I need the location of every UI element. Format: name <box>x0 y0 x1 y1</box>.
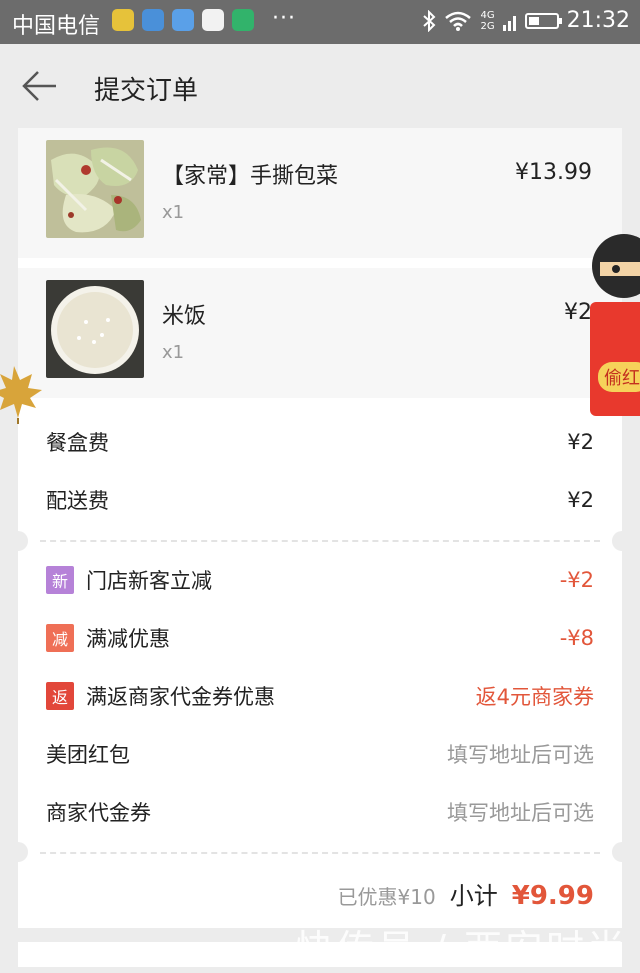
rice-bowl-photo <box>46 280 144 378</box>
thief-redpacket-icon[interactable]: 偷红 <box>590 226 640 416</box>
meituan-redpacket-row[interactable]: 美团红包 填写地址后可选 <box>46 734 594 774</box>
status-right: 4G 2G 21:32 <box>422 8 630 33</box>
reduction-tag: 减 <box>46 624 74 652</box>
discount-label: 门店新客立减 <box>86 569 212 593</box>
signal-icon <box>502 15 516 31</box>
page-title: 提交订单 <box>94 76 199 106</box>
order-item[interactable]: 米饭 x1 ¥2 <box>18 268 622 398</box>
cashback-tag: 返 <box>46 682 74 710</box>
fee-row-packaging: 餐盒费 ¥2 <box>46 422 594 462</box>
app-notification-icon <box>232 9 254 31</box>
battery-level <box>528 16 539 25</box>
voucher-value: 填写地址后可选 <box>447 801 594 825</box>
dish-quantity: x1 <box>162 202 185 223</box>
dashed-divider <box>40 540 600 542</box>
order-item[interactable]: 【家常】手撕包菜 x1 ¥13.99 <box>18 128 622 258</box>
maple-leaf-icon <box>0 366 42 424</box>
order-summary: 已优惠¥10 小计 ¥9.99 <box>338 876 594 911</box>
clock: 21:32 <box>566 8 630 33</box>
subtotal-label: 小计 <box>449 882 498 910</box>
dish-quantity: x1 <box>162 342 185 363</box>
saved-amount: 已优惠¥10 <box>337 885 436 909</box>
fee-label: 配送费 <box>46 489 109 513</box>
card-notch <box>612 842 632 862</box>
card-notch <box>612 531 632 551</box>
discount-label: 满减优惠 <box>86 627 170 651</box>
discount-value: -¥8 <box>559 626 594 650</box>
fee-row-delivery: 配送费 ¥2 <box>46 480 594 520</box>
redpacket-label: 偷红 <box>604 368 640 389</box>
fee-value: ¥2 <box>567 430 594 454</box>
network-2g: 2G <box>480 20 495 32</box>
location-app-icon <box>172 9 194 31</box>
watermark: 快传号 / 西安时尚 <box>295 927 628 971</box>
bluetooth-icon <box>423 9 436 32</box>
discount-value: 返4元商家券 <box>475 685 594 709</box>
discount-label: 满返商家代金券优惠 <box>86 685 275 709</box>
network-type: 4G 2G <box>480 10 494 32</box>
shredded-cabbage-photo <box>46 140 144 238</box>
more-notifications-icon: ··· <box>272 6 296 31</box>
network-4g: 4G <box>480 9 495 21</box>
fee-label: 餐盒费 <box>46 431 109 455</box>
discount-row-new-customer: 新 门店新客立减 -¥2 <box>46 560 594 600</box>
discount-row-cashback-voucher: 返 满返商家代金券优惠 返4元商家券 <box>46 676 594 716</box>
card-notch <box>8 531 28 551</box>
dish-price: ¥2 <box>564 300 592 325</box>
discount-row-full-reduction: 减 满减优惠 -¥8 <box>46 618 594 658</box>
wifi-icon <box>445 11 472 31</box>
app-notification-icon <box>112 9 134 31</box>
discount-value: -¥2 <box>559 568 594 592</box>
dish-price: ¥13.99 <box>515 160 592 185</box>
app-notification-icon <box>142 9 164 31</box>
voucher-label: 商家代金券 <box>46 801 151 825</box>
dish-photo <box>46 280 144 378</box>
order-card: 【家常】手撕包菜 x1 ¥13.99 米饭 x1 ¥2 餐盒费 ¥2 配送费 ¥… <box>8 128 632 928</box>
card-notch <box>8 842 28 862</box>
voucher-value: 填写地址后可选 <box>447 743 594 767</box>
merchant-voucher-row[interactable]: 商家代金券 填写地址后可选 <box>46 792 594 832</box>
new-customer-tag: 新 <box>46 566 74 594</box>
status-bar: 中国电信 ··· 4G 2G 21:32 <box>0 0 640 44</box>
battery-icon <box>524 12 562 29</box>
notification-icons <box>112 9 254 31</box>
arrow-left-icon[interactable] <box>20 66 60 106</box>
dish-photo <box>46 140 144 238</box>
voucher-label: 美团红包 <box>46 743 130 767</box>
dish-name: 【家常】手撕包菜 <box>162 164 339 189</box>
fee-value: ¥2 <box>567 488 594 512</box>
subtotal-value: ¥9.99 <box>511 881 594 911</box>
dashed-divider <box>40 852 600 854</box>
app-notification-icon <box>202 9 224 31</box>
carrier-name: 中国电信 <box>12 14 101 39</box>
nav-bar: 提交订单 <box>0 44 640 128</box>
dish-name: 米饭 <box>162 304 207 329</box>
